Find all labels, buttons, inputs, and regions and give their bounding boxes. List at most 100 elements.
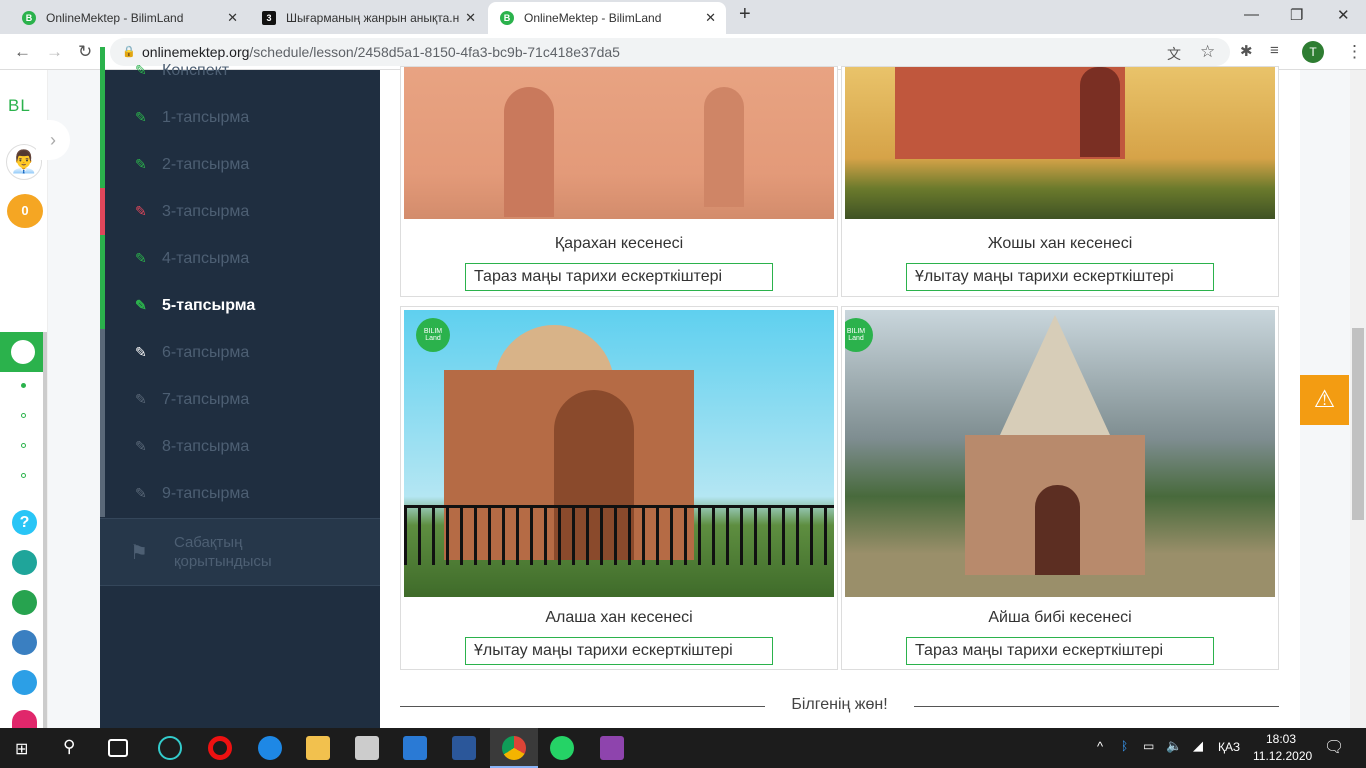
close-icon[interactable]: ✕ [465, 10, 476, 26]
image-aisha-bibi: BILIM Land [845, 310, 1275, 597]
sidebar-item-summary[interactable]: ⚑ Сабақтың қорытындысы [100, 518, 380, 586]
mail-icon[interactable] [403, 736, 427, 760]
star-icon[interactable]: ☆ [1200, 42, 1215, 62]
whatsapp-icon[interactable] [550, 736, 574, 760]
reading-list-icon[interactable]: ≡ [1270, 42, 1279, 59]
bilimland-favicon-icon: B [500, 11, 514, 25]
edit-icon: ✎ [135, 485, 147, 501]
sidebar-item-konspekt[interactable]: ✎ Конспект [100, 47, 380, 94]
flag-icon: ⚑ [130, 541, 148, 564]
battery-icon[interactable]: ▭ [1143, 739, 1154, 753]
pisa-icon[interactable] [12, 550, 37, 575]
report-warning-button[interactable]: ⚠ [1300, 375, 1349, 425]
close-window-button[interactable]: ✕ [1337, 6, 1350, 24]
opera-icon[interactable] [208, 736, 232, 760]
points-badge: 0 [7, 194, 43, 228]
new-tab-button[interactable]: + [739, 3, 751, 26]
tab-favicon-icon: 3 [262, 11, 276, 25]
search-icon[interactable]: ⚲ [63, 737, 75, 757]
tab-2[interactable]: 3 Шығарманың жанрын анықта.н ✕ [250, 2, 486, 34]
card-zhoshy-khan: Жошы хан кесенесі Ұлытау маңы тарихи еск… [841, 66, 1279, 297]
notifications-icon[interactable]: 🗨 [1324, 737, 1344, 757]
sidebar-item-label: 5-тапсырма [162, 296, 256, 314]
reload-icon[interactable]: ↻ [78, 42, 92, 62]
did-you-know-heading: Білгенің жөн! [791, 696, 888, 713]
edge-icon[interactable] [258, 736, 282, 760]
card-title: Айша бибі кесенесі [988, 609, 1132, 626]
logo[interactable]: BL [8, 96, 31, 116]
sidebar-item-3-tapsyrma[interactable]: ✎ 3-тапсырма [100, 188, 380, 235]
card-alasha-khan: BILIM Land Алаша хан кесенесі Ұлытау маңы… [400, 306, 838, 670]
file-explorer-icon[interactable] [306, 736, 330, 760]
forward-icon[interactable]: → [46, 42, 63, 62]
sidebar-item-label: 8-тапсырма [162, 437, 250, 455]
word-icon[interactable] [452, 736, 476, 760]
main-content: Қарахан кесенесі Тараз маңы тарихи ескер… [380, 66, 1300, 728]
sidebar-item-6-tapsyrma[interactable]: ✎ 6-тапсырма [100, 329, 380, 376]
store-icon[interactable] [355, 736, 379, 760]
sidebar-item-9-tapsyrma[interactable]: ✎ 9-тапсырма [100, 470, 380, 517]
menu-icon[interactable]: ⋮ [1346, 42, 1363, 62]
tab-1[interactable]: B OnlineMektep - BilimLand ✕ [10, 2, 248, 34]
audio-app-icon[interactable] [600, 736, 624, 760]
tab-3-active[interactable]: B OnlineMektep - BilimLand ✕ [488, 2, 726, 34]
nox-icon[interactable] [158, 736, 182, 760]
sidebar-item-label: Конспект [162, 61, 230, 79]
sidebar-item-1-tapsyrma[interactable]: ✎ 1-тапсырма [100, 94, 380, 141]
status-bar [100, 94, 105, 141]
bluetooth-icon[interactable]: ᛒ [1121, 739, 1128, 753]
help-icon[interactable]: ? [12, 510, 37, 535]
nav-dot[interactable] [21, 443, 26, 448]
answer-chip[interactable]: Ұлытау маңы тарихи ескерткіштері [906, 263, 1214, 291]
divider [914, 706, 1279, 707]
status-bar [100, 282, 105, 329]
sidebar-item-label: 9-тапсырма [162, 484, 250, 502]
status-bar [100, 188, 105, 235]
windows-start-icon[interactable]: ⊞ [15, 739, 28, 759]
sidebar-item-4-tapsyrma[interactable]: ✎ 4-тапсырма [100, 235, 380, 282]
image-karakhan [404, 67, 834, 219]
edit-icon: ✎ [135, 62, 147, 78]
restore-button[interactable]: ❐ [1290, 6, 1303, 24]
extensions-icon[interactable]: ✱ [1240, 42, 1253, 60]
tray-chevron-icon[interactable]: ^ [1097, 739, 1103, 754]
rail-scrollbar[interactable] [43, 332, 47, 728]
right-gutter: ⚠ [1300, 70, 1350, 728]
answer-chip[interactable]: Тараз маңы тарихи ескерткіштері [906, 637, 1214, 665]
wifi-icon[interactable]: ◢ [1193, 738, 1203, 754]
nav-dot[interactable] [21, 473, 26, 478]
left-rail: BL 👨‍💼 0 ? [0, 70, 48, 730]
sidebar-item-label: 7-тапсырма [162, 390, 250, 408]
profile-avatar[interactable]: T [1302, 41, 1324, 63]
sidebar-item-8-tapsyrma[interactable]: ✎ 8-тапсырма [100, 423, 380, 470]
bilimbook-icon[interactable] [12, 630, 37, 655]
clock-time[interactable]: 18:03 [1266, 732, 1296, 746]
expand-sidebar-chevron-icon[interactable]: › [36, 120, 70, 160]
nav-dot-active[interactable] [21, 383, 26, 388]
task-view-icon[interactable] [108, 739, 128, 757]
volume-icon[interactable]: 🔈 [1166, 738, 1182, 754]
translate-icon[interactable]: 文 [1167, 44, 1181, 64]
back-icon[interactable]: ← [14, 42, 31, 62]
card-title: Жошы хан кесенесі [987, 235, 1133, 252]
close-icon[interactable]: ✕ [227, 10, 238, 26]
online-mektep-button[interactable] [0, 332, 43, 372]
bilimland-icon[interactable] [12, 590, 37, 615]
clock-date[interactable]: 11.12.2020 [1253, 749, 1312, 763]
answer-chip[interactable]: Тараз маңы тарихи ескерткіштері [465, 263, 773, 291]
nav-dot[interactable] [21, 413, 26, 418]
language-indicator[interactable]: ҚАЗ [1218, 740, 1240, 754]
sidebar-item-5-tapsyrma[interactable]: ✎ 5-тапсырма [100, 282, 380, 329]
sidebar-item-7-tapsyrma[interactable]: ✎ 7-тапсырма [100, 376, 380, 423]
bilimland-favicon-icon: B [22, 11, 36, 25]
chrome-taskbar-button[interactable] [490, 728, 538, 768]
edit-icon: ✎ [135, 297, 147, 313]
tab-title: Шығарманың жанрын анықта.н [286, 11, 460, 25]
test-icon[interactable] [12, 670, 37, 695]
sidebar-item-2-tapsyrma[interactable]: ✎ 2-тапсырма [100, 141, 380, 188]
page-scrollbar[interactable] [1350, 70, 1366, 728]
answer-chip[interactable]: Ұлытау маңы тарихи ескерткіштері [465, 637, 773, 665]
minimize-button[interactable]: — [1244, 6, 1259, 23]
close-icon[interactable]: ✕ [705, 10, 716, 26]
twig-icon[interactable] [12, 710, 37, 730]
